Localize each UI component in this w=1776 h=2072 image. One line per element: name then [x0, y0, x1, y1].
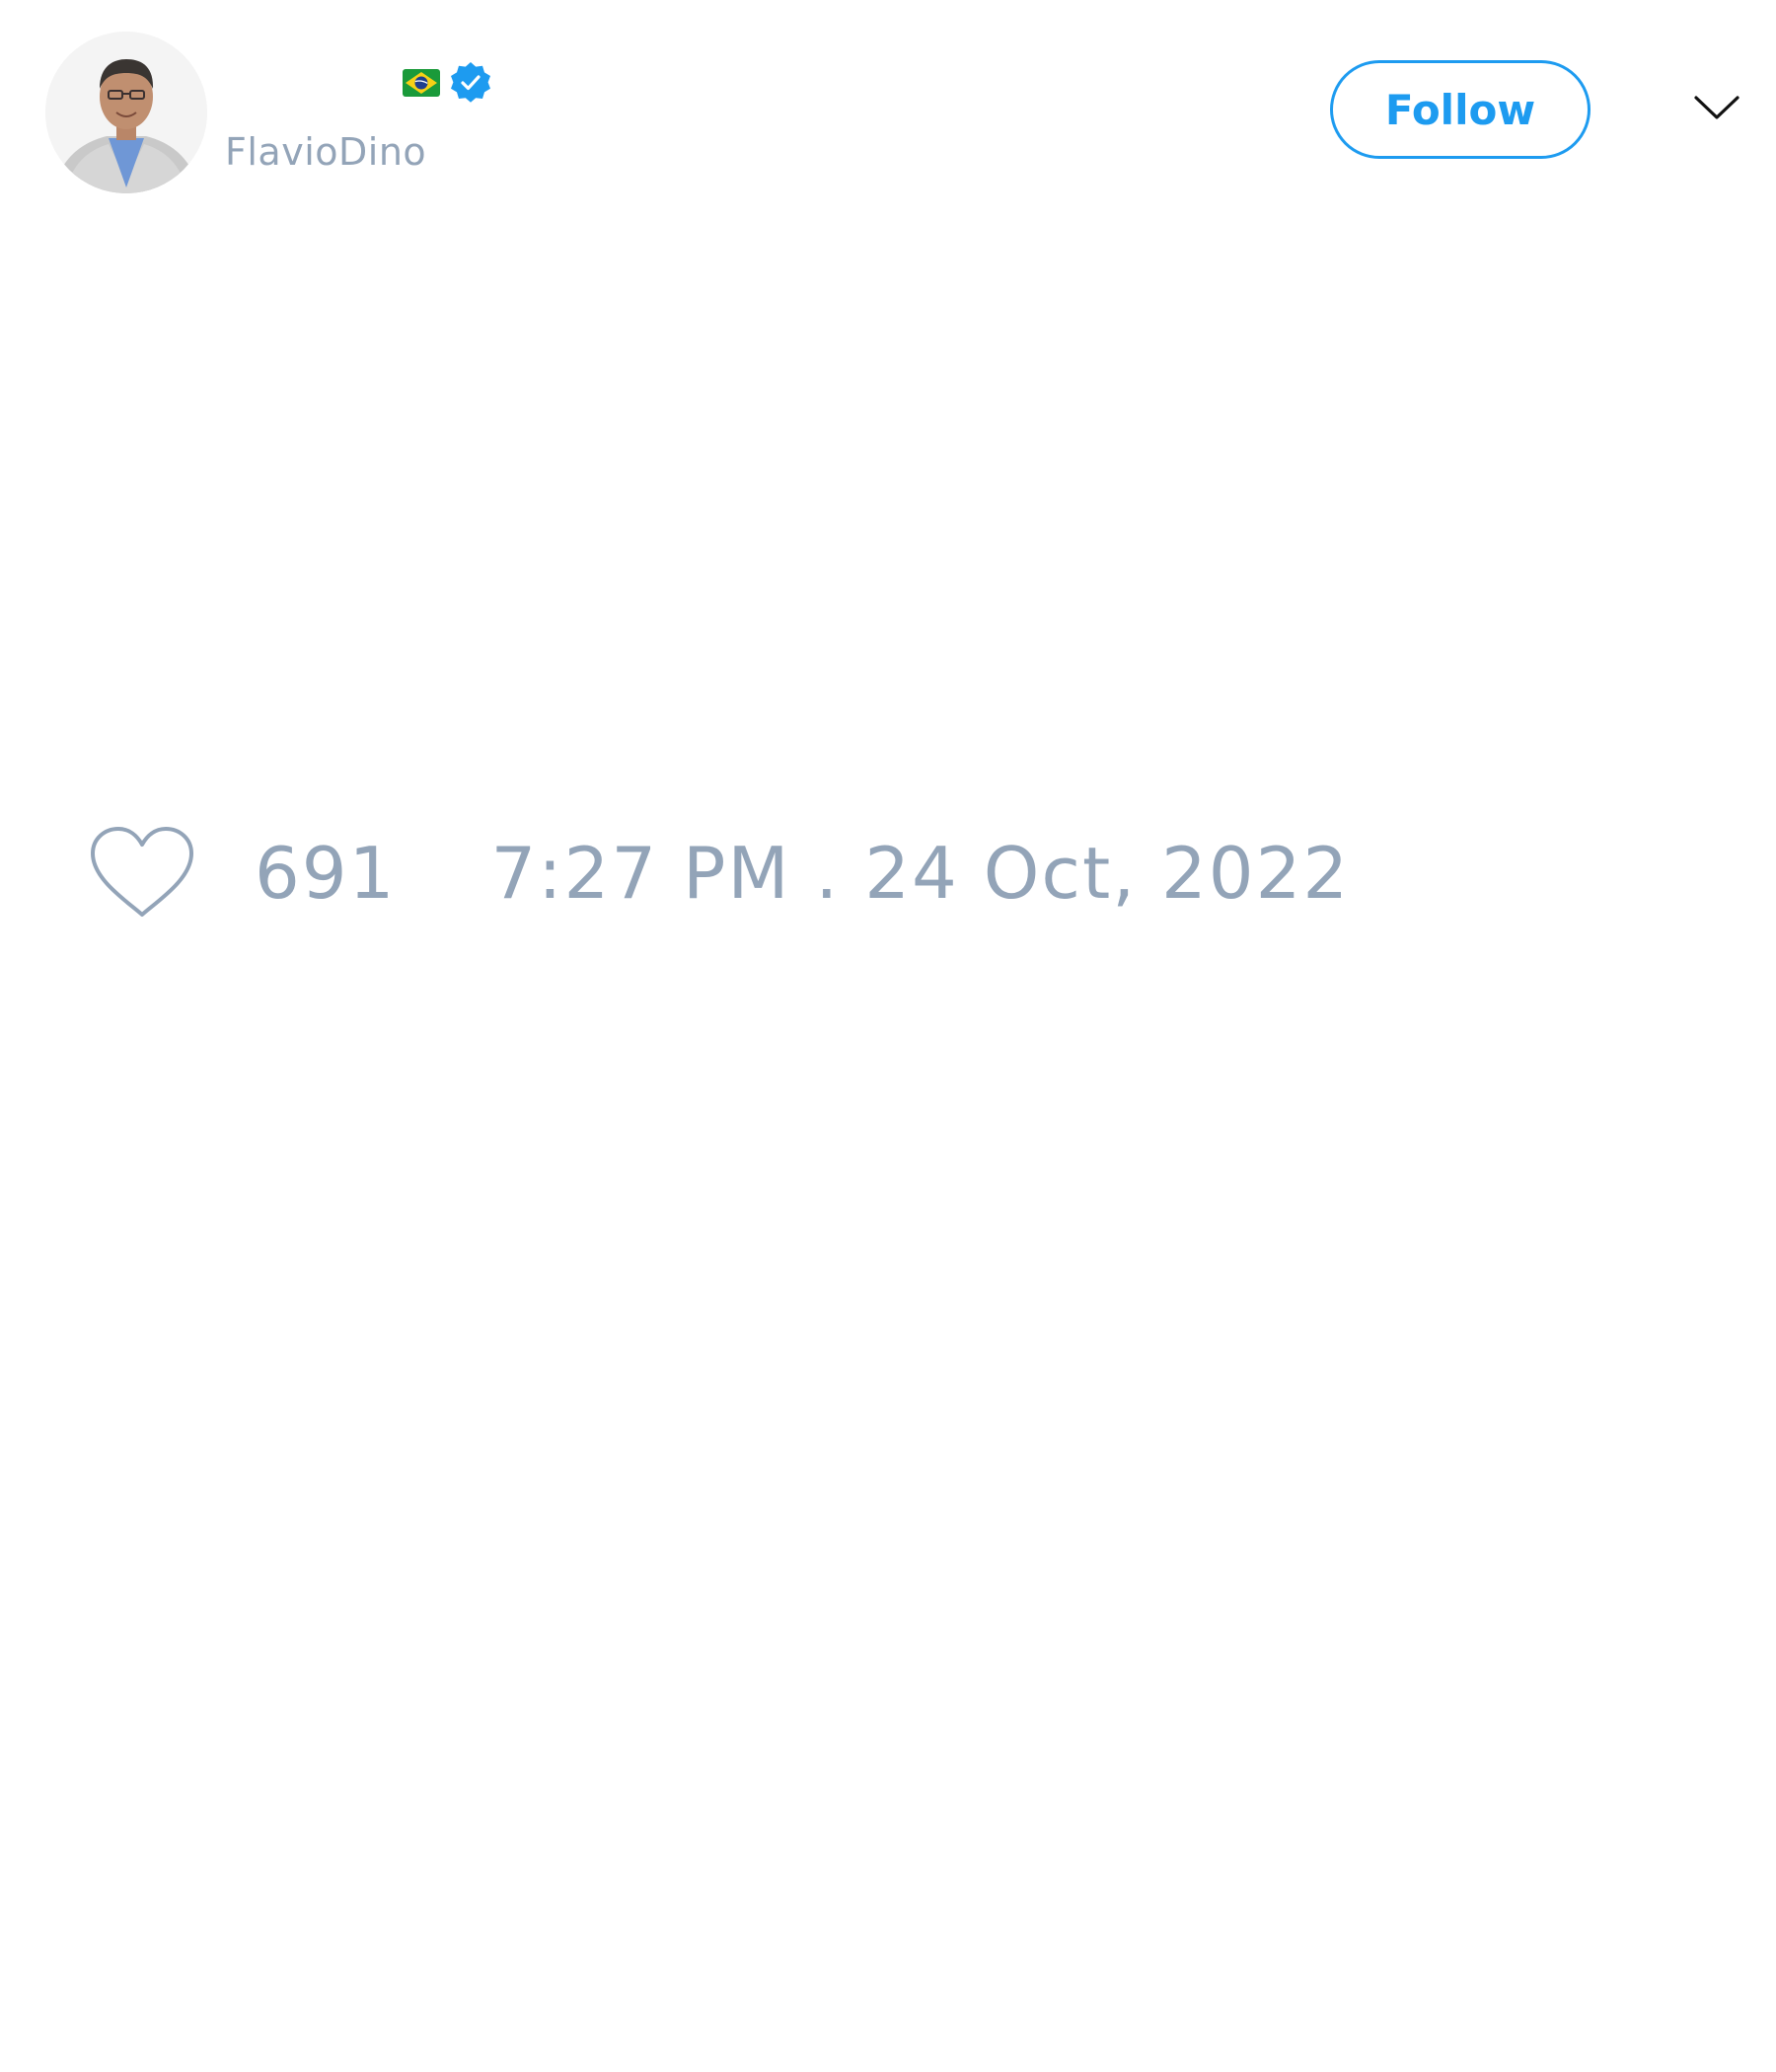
- tweet-timestamp[interactable]: 7:27 PM . 24 Oct, 2022: [490, 832, 1350, 915]
- user-handle[interactable]: FlavioDino: [225, 126, 426, 178]
- avatar-photo: [45, 32, 207, 193]
- chevron-down-icon[interactable]: [1693, 93, 1740, 122]
- verified-badge-icon: [451, 62, 490, 103]
- tweet-stats-row: 691 7:27 PM . 24 Oct, 2022: [89, 819, 1350, 927]
- heart-icon[interactable]: [89, 826, 195, 921]
- flag-brazil-icon: [403, 69, 440, 97]
- avatar[interactable]: [45, 32, 207, 193]
- display-name-row: [403, 57, 493, 109]
- follow-button[interactable]: Follow: [1330, 60, 1591, 159]
- like-count: 691: [255, 832, 397, 915]
